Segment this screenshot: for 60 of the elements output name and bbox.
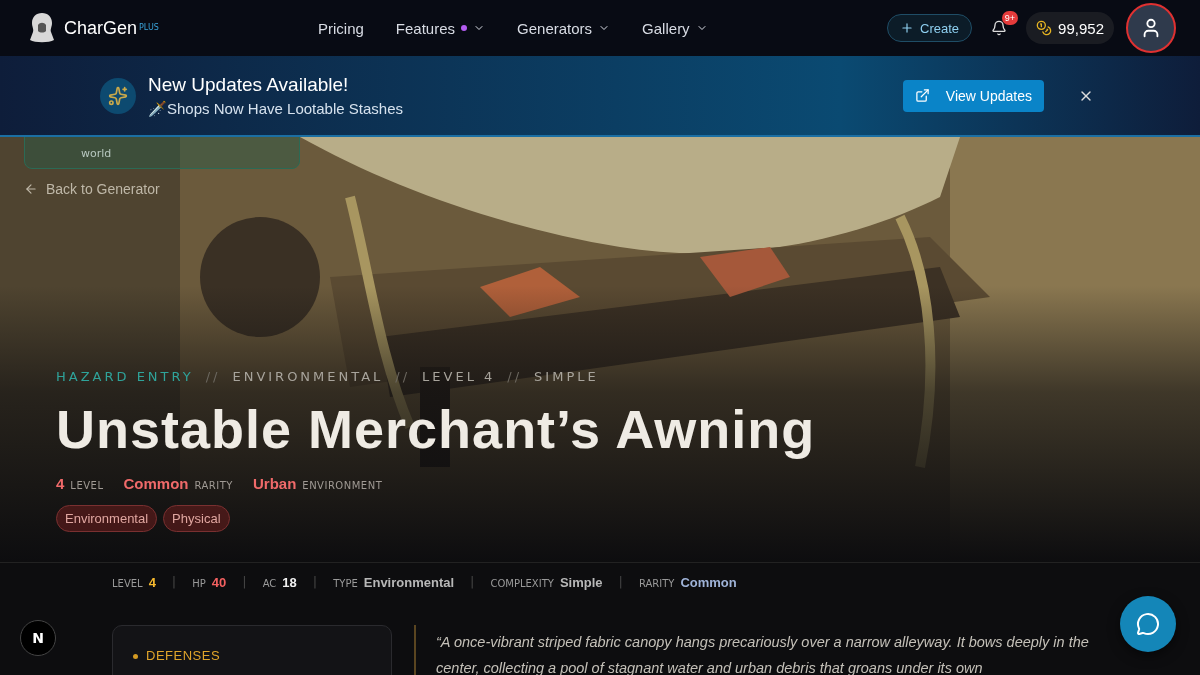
nav-link[interactable]: Generators	[517, 19, 611, 37]
chat-icon	[1136, 612, 1160, 636]
card-text: world	[81, 147, 112, 160]
fact-value: 4	[56, 475, 65, 492]
breadcrumb-separator: //	[395, 369, 411, 384]
stat-separator: |	[618, 574, 623, 589]
plan-label: PLUS	[139, 23, 159, 32]
tag: Physical	[163, 505, 230, 532]
breadcrumb-separator: //	[507, 369, 523, 384]
nav-link[interactable]: Pricing	[318, 19, 364, 37]
fact-label: ENVIRONMENT	[302, 480, 383, 491]
notification-count: 9+	[1001, 11, 1019, 25]
stat-value: 40	[211, 575, 227, 590]
hazard-title: Unstable Merchant’s Awning	[56, 398, 817, 460]
logo-icon	[28, 11, 56, 45]
stat-label: COMPLEXITY	[490, 578, 554, 589]
fact-value: Urban	[252, 475, 297, 492]
fact-value: Common	[123, 475, 189, 492]
stat-separator: |	[242, 574, 247, 589]
banner-title: New Updates Available!	[148, 73, 350, 96]
stat-separator: |	[171, 574, 177, 589]
stat-label: LEVEL	[112, 578, 143, 589]
stat-value: Simple	[559, 575, 603, 590]
fact-label: RARITY	[194, 480, 233, 491]
coins-icon	[1036, 20, 1053, 36]
back-link[interactable]: Back to Generator	[24, 181, 1144, 197]
tag: Environmental	[56, 505, 158, 532]
stat-separator: |	[312, 574, 318, 589]
stat-value: Environmental	[363, 575, 455, 590]
brand-name[interactable]: CharGen	[64, 17, 138, 39]
bell-icon	[991, 20, 1008, 36]
corner-badge[interactable]: N	[20, 620, 56, 656]
stat-value: Common	[680, 575, 737, 590]
stat-label: AC	[262, 578, 277, 589]
bullet-icon	[133, 654, 138, 659]
defenses-title: DEFENSES	[146, 648, 221, 663]
breadcrumb-item: HAZARD ENTRY	[56, 369, 194, 384]
breadcrumb-separator: //	[205, 369, 221, 384]
plus-icon	[900, 21, 915, 35]
breadcrumb-item: SIMPLE	[534, 369, 599, 384]
fact-label: LEVEL	[70, 480, 104, 491]
breadcrumb-item: ENVIRONMENTAL	[232, 369, 384, 384]
nav-link[interactable]: Gallery	[642, 19, 708, 37]
breadcrumb-item: LEVEL 4	[422, 369, 496, 384]
profile-button[interactable]	[1126, 3, 1176, 53]
sparkle-icon	[100, 77, 136, 114]
banner-subtitle: 🗡Shops Now Have Lootable Stashes	[148, 99, 404, 118]
stat-value: 18	[282, 575, 297, 590]
chat-button[interactable]	[1120, 596, 1176, 652]
stat-separator: |	[470, 574, 475, 589]
view-updates-button[interactable]: View Updates	[902, 79, 1044, 112]
external-link-icon	[914, 88, 930, 103]
stat-label: RARITY	[638, 578, 675, 589]
nav-link[interactable]: Features	[395, 19, 486, 37]
new-dot	[461, 25, 468, 31]
coin-balance[interactable]: 99,952	[1026, 12, 1114, 44]
create-button[interactable]: Create	[887, 14, 973, 42]
stat-label: TYPE	[333, 578, 358, 589]
stat-value: 4	[148, 575, 156, 590]
stat-label: HP	[192, 578, 206, 589]
